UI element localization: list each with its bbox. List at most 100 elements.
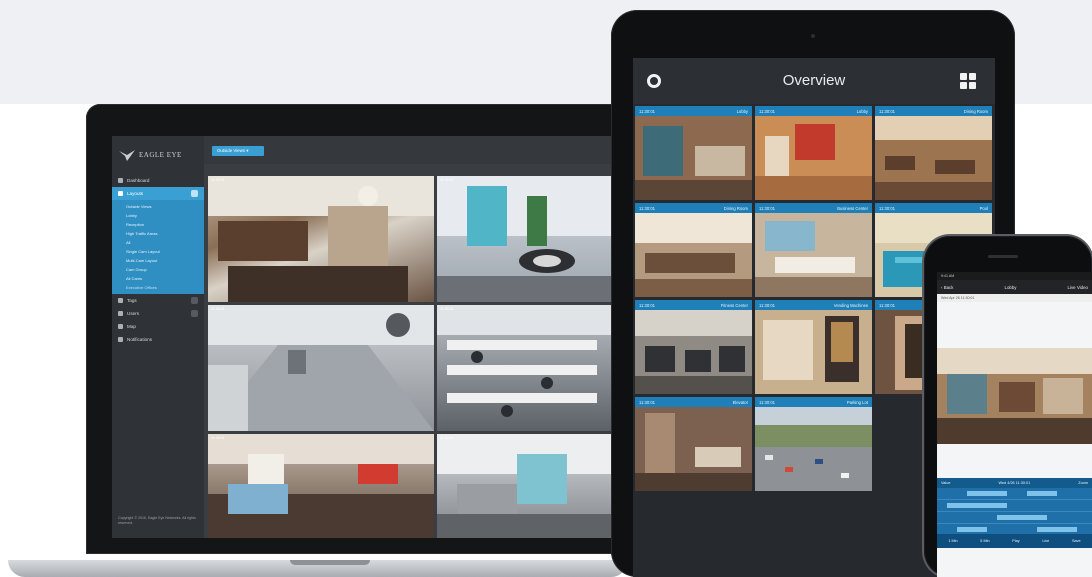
control-5min[interactable]: 5 Min (980, 539, 989, 543)
phone-screen: 9:41 AM ‹ Back Lobby Live Video Wed Apr … (937, 272, 1092, 577)
control-save[interactable]: Save (1072, 539, 1081, 543)
sidebar-item-layouts[interactable]: Layouts (112, 187, 204, 200)
timeline-track (937, 488, 1092, 500)
tile-time: 11:30:01 (639, 205, 655, 211)
camera-scene-cafe (208, 176, 434, 302)
camera-tile[interactable]: 11:30:01 Dining Room (875, 106, 992, 200)
layout-item[interactable]: High Traffic Areas (112, 229, 204, 238)
camera-tile[interactable]: 11:30:01 Lobby (635, 106, 752, 200)
tile-name: Business Center (837, 205, 868, 211)
back-button[interactable]: ‹ Back (941, 285, 953, 290)
layout-item[interactable]: All Cams (112, 274, 204, 283)
tile-name: Pool (979, 205, 988, 211)
sidebar-item-label: Map (127, 324, 136, 329)
control-live[interactable]: Live (1042, 539, 1049, 543)
timeline-header: Value Wed 4/26 11:30:01 Zoom (937, 478, 1092, 488)
add-layout-icon[interactable] (191, 190, 198, 197)
control-1min[interactable]: 1 Min (948, 539, 957, 543)
camera-tile[interactable]: 11:30:01 Dining Room (635, 203, 752, 297)
tile-scene-fitness (635, 310, 752, 394)
layout-item[interactable]: All (112, 238, 204, 247)
laptop-sidebar: EAGLE EYE Dashboard Layouts Outside View… (112, 136, 204, 538)
layout-item[interactable]: Outside Views (112, 202, 204, 211)
tile-scene-reception (755, 116, 872, 200)
playback-controls: 1 Min 5 Min Play Live Save (937, 534, 1092, 548)
phone-spacer (937, 444, 1092, 478)
sidebar-item-dashboard[interactable]: Dashboard (112, 174, 204, 187)
camera-view[interactable]: 11:30:01 (437, 305, 611, 431)
eagle-eye-logo: EAGLE EYE (118, 144, 200, 166)
layout-item[interactable]: Multi-Cam Layout (112, 256, 204, 265)
tile-time: 11:30:01 (759, 205, 775, 211)
tile-name: Dining Room (723, 205, 748, 211)
camera-view[interactable]: 11:30:01 (208, 176, 434, 302)
camera-tile[interactable]: 11:30:01 Lobby (755, 106, 872, 200)
timeline-zoom-label[interactable]: Zoom (1078, 481, 1088, 485)
layouts-icon (118, 191, 123, 196)
phone-speaker (988, 255, 1018, 258)
tile-scene-elevator (635, 407, 752, 491)
laptop-topbar: Outside Views ▾ (204, 136, 612, 164)
tile-scene-vending (755, 310, 872, 394)
expand-icon[interactable] (191, 310, 198, 317)
sidebar-item-users[interactable]: Users (112, 307, 204, 320)
sidebar-item-label: Layouts (127, 191, 144, 196)
layout-item[interactable]: Lobby (112, 211, 204, 220)
layout-item[interactable]: Cam Group (112, 265, 204, 274)
sidebar-item-notifications[interactable]: Notifications (112, 333, 204, 346)
layout-item[interactable]: Single Cam Layout (112, 247, 204, 256)
layout-item[interactable]: Executive Offices (112, 283, 204, 292)
tile-time: 11:30:01 (879, 108, 895, 114)
tile-name: Parking Lot (846, 399, 868, 405)
tile-time: 11:30:01 (879, 205, 895, 211)
tile-scene-lobby (635, 116, 752, 200)
camera-scene-office (437, 305, 611, 417)
tile-time: 11:30:01 (639, 302, 655, 308)
live-video-button[interactable]: Live Video (1068, 285, 1088, 290)
layouts-submenu: Outside Views Lobby Reception High Traff… (112, 200, 204, 294)
camera-tile[interactable]: 11:30:01 Fitness Center (635, 300, 752, 394)
tile-name: Elevator (732, 399, 748, 405)
sidebar-item-label: Dashboard (127, 178, 150, 183)
sidebar-nav: Dashboard Layouts Outside Views Lobby Re… (112, 174, 204, 346)
laptop-notch (290, 560, 370, 565)
logo-text: EAGLE EYE (139, 151, 182, 159)
tile-time: 11:30:01 (639, 399, 655, 405)
camera-view[interactable]: 11:30:01 (437, 176, 611, 302)
tile-scene-dining (875, 116, 992, 200)
map-icon (118, 324, 123, 329)
timeline-date: Wed 4/26 11:30:01 (998, 481, 1031, 485)
control-play[interactable]: Play (1012, 539, 1019, 543)
expand-icon[interactable] (191, 297, 198, 304)
camera-tile[interactable]: 11:30:01 Elevator (635, 397, 752, 491)
camera-tile[interactable]: 11:30:01 Vending Machines (755, 300, 872, 394)
tag-icon (118, 298, 123, 303)
tile-name: Dining Room (963, 108, 988, 114)
camera-tile[interactable]: 11:30:01 Business Center (755, 203, 872, 297)
tile-scene-diningroom (635, 213, 752, 297)
timeline-left-label: Value (941, 481, 951, 485)
sidebar-item-label: Tags (127, 298, 137, 303)
eagle-logo-icon (118, 148, 136, 162)
tile-time: 11:30:01 (759, 302, 775, 308)
sidebar-item-tags[interactable]: Tags (112, 294, 204, 307)
camera-timestamp: 11:30:01 (211, 178, 225, 182)
timeline-track (937, 512, 1092, 524)
sidebar-item-map[interactable]: Map (112, 320, 204, 333)
layout-item[interactable]: Reception (112, 220, 204, 229)
layout-select-button[interactable]: Outside Views ▾ (212, 146, 264, 156)
grid-view-icon[interactable] (960, 73, 976, 89)
camera-scene-atrium (437, 176, 611, 302)
camera-view[interactable]: 11:30:01 (437, 434, 611, 538)
camera-tile[interactable]: 11:30:01 Parking Lot (755, 397, 872, 491)
camera-scene-hallway (208, 305, 434, 431)
timeline-track (937, 500, 1092, 512)
tile-name: Fitness Center (720, 302, 748, 308)
page-title: Overview (782, 72, 846, 89)
users-icon (118, 311, 123, 316)
camera-view[interactable]: 11:30:01 (208, 434, 434, 538)
camera-view[interactable]: 11:30:01 (208, 305, 434, 431)
tile-time: 11:30:01 (759, 399, 775, 405)
video-player[interactable] (937, 348, 1092, 444)
tile-time: 11:30:01 (759, 108, 775, 114)
